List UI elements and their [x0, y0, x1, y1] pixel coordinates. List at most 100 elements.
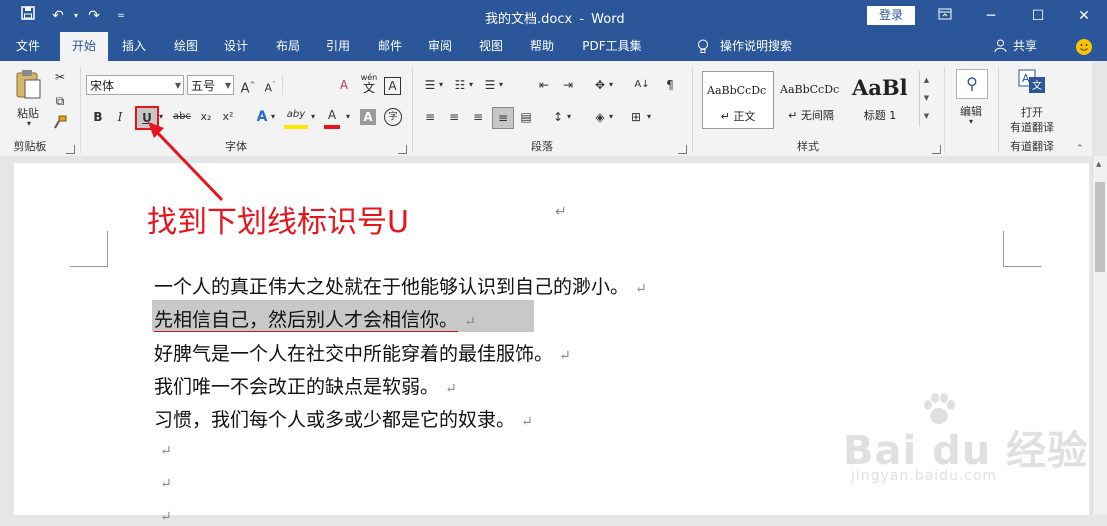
redo-icon[interactable]: ↷: [83, 6, 105, 26]
paragraph-launcher-icon[interactable]: [678, 145, 687, 154]
group-divider: [692, 67, 693, 153]
style-heading-1[interactable]: AaBl 标题 1: [848, 71, 918, 127]
tab-design[interactable]: 设计: [216, 32, 256, 61]
align-center-icon[interactable]: ≡: [444, 107, 464, 127]
font-name-value: 宋体: [90, 79, 115, 93]
line-spacing-dropdown-icon[interactable]: ▾: [564, 107, 574, 127]
tab-layout[interactable]: 布局: [268, 32, 308, 61]
scrollbar-thumb[interactable]: [1095, 182, 1105, 272]
style-heading-1-name: 标题 1: [863, 109, 897, 122]
document-line-empty[interactable]: ↵: [154, 471, 172, 493]
distributed-icon[interactable]: ▤: [516, 107, 536, 127]
paste-dropdown-icon[interactable]: ▾: [24, 119, 34, 128]
format-painter-icon[interactable]: [50, 115, 70, 135]
style-no-spacing[interactable]: AaBbCcDc ↵ 无间隔: [776, 71, 846, 127]
align-right-icon[interactable]: ≡: [468, 107, 488, 127]
cut-icon[interactable]: ✂: [50, 67, 70, 87]
font-color-dropdown-icon[interactable]: ▾: [343, 107, 353, 127]
document-line[interactable]: 我们唯一不会改正的缺点是软弱。 ↵: [154, 372, 457, 399]
text-effects-dropdown-icon[interactable]: ▾: [268, 107, 278, 127]
tab-home[interactable]: 开始: [60, 32, 108, 61]
document-line[interactable]: 好脾气是一个人在社交中所能穿着的最佳服饰。 ↵: [154, 339, 571, 366]
borders-icon[interactable]: ⊞: [626, 107, 646, 127]
close-icon[interactable]: ✕: [1061, 0, 1107, 32]
clipboard-launcher-icon[interactable]: [66, 145, 75, 154]
justify-icon[interactable]: ≡: [492, 107, 514, 129]
tab-help[interactable]: 帮助: [522, 32, 562, 61]
tab-file[interactable]: 文件: [6, 32, 50, 61]
character-shading-icon[interactable]: A: [360, 109, 376, 125]
line-text: 一个人的真正伟大之处就在于他能够认识到自己的渺小。: [154, 276, 630, 298]
watermark-url: jingyan.baidu.com: [851, 468, 998, 484]
numbering-dropdown-icon[interactable]: ▾: [466, 75, 476, 95]
search-icon[interactable]: ⚲: [956, 69, 988, 99]
highlight-color-icon[interactable]: aby: [284, 105, 308, 129]
font-name-select[interactable]: 宋体 ▼: [86, 75, 184, 95]
login-button[interactable]: 登录: [867, 6, 915, 25]
tab-pdf-tools[interactable]: PDF工具集: [576, 32, 648, 61]
borders-dropdown-icon[interactable]: ▾: [644, 107, 654, 127]
maximize-icon[interactable]: ☐: [1015, 0, 1061, 32]
shrink-font-icon[interactable]: Aˇ: [260, 75, 280, 95]
align-left-icon[interactable]: ≡: [420, 107, 440, 127]
line-text: 习惯，我们每个人或多或少都是它的奴隶。: [154, 409, 516, 431]
copy-icon[interactable]: ⧉: [50, 91, 70, 111]
customize-toolbar-icon[interactable]: =: [110, 6, 132, 26]
translate-icon[interactable]: A文: [1018, 69, 1046, 98]
show-marks-icon[interactable]: ¶: [660, 75, 680, 95]
document-line-selected[interactable]: 先相信自己，然后别人才会相信你。 ↵: [154, 305, 476, 332]
clear-formatting-glyph: A: [339, 78, 349, 92]
tab-references[interactable]: 引用: [318, 32, 358, 61]
tab-insert[interactable]: 插入: [114, 32, 154, 61]
decrease-indent-icon[interactable]: ⇤: [534, 75, 554, 95]
highlight-dropdown-icon[interactable]: ▾: [308, 107, 318, 127]
styles-scroll[interactable]: ▲ ▼ ▼: [919, 71, 933, 127]
ribbon-display-options-icon[interactable]: [922, 0, 968, 32]
shading-dropdown-icon[interactable]: ▾: [606, 107, 616, 127]
italic-button[interactable]: I: [110, 107, 130, 127]
save-icon[interactable]: [17, 6, 39, 26]
more-styles-icon[interactable]: ▼: [920, 107, 933, 125]
tab-draw[interactable]: 绘图: [166, 32, 206, 61]
style-normal[interactable]: AaBbCcDc ↵ 正文: [702, 71, 774, 129]
minimize-icon[interactable]: ─: [968, 0, 1014, 32]
share-button[interactable]: 共享: [1010, 32, 1040, 61]
translate-line2[interactable]: 有道翻译: [1004, 119, 1060, 135]
font-size-select[interactable]: 五号 ▼: [187, 75, 234, 95]
paste-icon[interactable]: [14, 69, 42, 104]
chevron-up-icon[interactable]: ▲: [920, 71, 933, 89]
tab-review[interactable]: 审阅: [420, 32, 460, 61]
bullets-dropdown-icon[interactable]: ▾: [436, 75, 446, 95]
enclose-characters-icon[interactable]: 字: [384, 108, 402, 126]
clear-formatting-icon[interactable]: A: [334, 75, 354, 95]
grow-font-icon[interactable]: A^: [238, 75, 258, 96]
bold-button[interactable]: B: [88, 107, 108, 127]
chevron-down-icon[interactable]: ▼: [920, 89, 933, 107]
translate-line1[interactable]: 打开: [1004, 104, 1060, 120]
styles-launcher-icon[interactable]: [932, 145, 941, 154]
multilevel-dropdown-icon[interactable]: ▾: [496, 75, 506, 95]
collapse-ribbon-icon[interactable]: ⌃: [1076, 144, 1084, 154]
annotation-arrow-icon: [148, 122, 224, 202]
scroll-up-icon[interactable]: ▲: [1096, 160, 1101, 168]
tab-mailings[interactable]: 邮件: [370, 32, 410, 61]
phonetic-guide-icon[interactable]: wén 文: [358, 73, 380, 94]
document-line-empty[interactable]: ↵: [154, 504, 172, 526]
document-line[interactable]: 一个人的真正伟大之处就在于他能够认识到自己的渺小。 ↵: [154, 272, 647, 299]
document-line-empty[interactable]: ↵: [154, 438, 172, 460]
font-color-icon[interactable]: A: [324, 105, 340, 129]
vertical-scrollbar[interactable]: ▲: [1092, 156, 1107, 515]
svg-text:文: 文: [1032, 79, 1042, 92]
smiley-icon[interactable]: [1076, 39, 1092, 55]
increase-indent-icon[interactable]: ⇥: [558, 75, 578, 95]
character-border-icon[interactable]: A: [384, 77, 401, 95]
font-launcher-icon[interactable]: [398, 145, 407, 154]
document-name: 我的文档.docx: [485, 12, 573, 27]
sort-icon[interactable]: A↓: [632, 75, 652, 95]
group-divider: [80, 67, 81, 153]
document-line[interactable]: 习惯，我们每个人或多或少都是它的奴隶。 ↵: [154, 405, 533, 432]
tab-view[interactable]: 视图: [471, 32, 511, 61]
chinese-layout-dropdown-icon[interactable]: ▾: [606, 75, 616, 95]
tell-me-search[interactable]: 操作说明搜索: [720, 32, 802, 61]
editing-dropdown-icon[interactable]: ▾: [966, 117, 976, 126]
